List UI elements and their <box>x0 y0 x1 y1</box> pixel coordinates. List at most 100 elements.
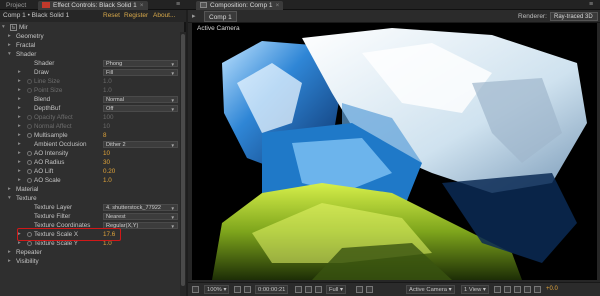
expand-arrow-icon[interactable]: ▸ <box>18 131 21 140</box>
expand-arrow-open-icon[interactable]: ▾ <box>2 23 5 32</box>
tab-composition[interactable]: Composition: Comp 1 × <box>196 1 284 10</box>
about-link[interactable]: About... <box>153 10 175 22</box>
reset-link[interactable]: Reset <box>103 10 120 22</box>
timeline-icon[interactable] <box>514 286 521 293</box>
effect-row[interactable]: ▸ AO Scale 1.0 <box>0 176 186 185</box>
expand-arrow-open-icon[interactable]: ▾ <box>8 194 11 203</box>
effect-dropdown[interactable]: Nearest ▼ <box>103 213 178 220</box>
effect-row[interactable]: ▸ Fractal <box>0 41 186 50</box>
effect-row[interactable]: ▸ Repeater <box>0 248 186 257</box>
reset-exposure-icon[interactable] <box>534 286 541 293</box>
effect-dropdown[interactable]: Normal ▼ <box>103 96 178 103</box>
effect-dropdown[interactable]: Dither 2 ▼ <box>103 141 178 148</box>
effect-row[interactable]: Texture Layer 4. shutterstock_77922 ▼ <box>0 203 186 212</box>
expand-arrow-icon[interactable]: ▸ <box>18 95 21 104</box>
expand-arrow-icon[interactable]: ▸ <box>18 68 21 77</box>
expand-arrow-icon[interactable]: ▸ <box>18 113 21 122</box>
effect-row[interactable]: ▸ Normal Affect 10 <box>0 122 186 131</box>
composition-viewer[interactable]: Active Camera <box>192 23 597 280</box>
comp-tab[interactable]: Comp 1 <box>204 11 237 22</box>
effect-value[interactable]: 8 <box>103 131 107 140</box>
exposure-value[interactable]: +0.0 <box>546 285 558 294</box>
expand-arrow-open-icon[interactable]: ▾ <box>8 50 11 59</box>
stopwatch-icon[interactable] <box>27 133 32 138</box>
snapshot-icon[interactable] <box>295 286 302 293</box>
expand-arrow-icon[interactable]: ▸ <box>18 158 21 167</box>
effect-row[interactable]: ▸ Opacity Affect 100 <box>0 113 186 122</box>
effect-row[interactable]: Texture Filter Nearest ▼ <box>0 212 186 221</box>
expand-arrow-icon[interactable]: ▸ <box>8 41 11 50</box>
effect-dropdown[interactable]: Fill ▼ <box>103 69 178 76</box>
flowchart-icon[interactable] <box>524 286 531 293</box>
panel-menu-icon[interactable]: ≡ <box>176 1 180 8</box>
stopwatch-icon[interactable] <box>27 124 32 129</box>
effect-row[interactable]: ▸ Geometry <box>0 32 186 41</box>
effect-value[interactable]: 10 <box>103 149 110 158</box>
effect-value[interactable]: 30 <box>103 158 110 167</box>
effect-value[interactable]: 1.0 <box>103 86 112 95</box>
effect-value[interactable]: 10 <box>103 122 110 131</box>
effect-row[interactable]: ▸ AO Intensity 10 <box>0 149 186 158</box>
effect-row[interactable]: ▾ Shader <box>0 50 186 59</box>
timecode-display[interactable]: 0:00:00:21 <box>255 285 289 294</box>
expand-arrow-icon[interactable]: ▸ <box>8 257 11 266</box>
tab-project[interactable]: Project <box>2 1 30 10</box>
expand-arrow-icon[interactable]: ▸ <box>8 185 11 194</box>
stopwatch-icon[interactable] <box>27 88 32 93</box>
renderer-button[interactable]: Ray-traced 3D <box>550 12 598 21</box>
effect-row[interactable]: ▸ DepthBuf Off ▼ <box>0 104 186 113</box>
expand-arrow-icon[interactable]: ▸ <box>18 77 21 86</box>
expand-arrow-icon[interactable]: ▸ <box>18 149 21 158</box>
show-snapshot-icon[interactable] <box>305 286 312 293</box>
effect-dropdown[interactable]: Off ▼ <box>103 105 178 112</box>
transparency-grid-icon[interactable] <box>366 286 373 293</box>
stopwatch-icon[interactable] <box>27 151 32 156</box>
channel-icon[interactable] <box>315 286 322 293</box>
fast-preview-icon[interactable] <box>504 286 511 293</box>
region-icon[interactable] <box>356 286 363 293</box>
view-dropdown[interactable]: Active Camera ▾ <box>406 285 455 294</box>
lock-icon[interactable]: ▸ <box>192 12 196 20</box>
zoom-dropdown[interactable]: 100% ▾ <box>204 285 230 294</box>
effect-row[interactable]: Shader Phong ▼ <box>0 59 186 68</box>
always-preview-icon[interactable] <box>192 286 199 293</box>
effect-row[interactable]: ▸ AO Radius 30 <box>0 158 186 167</box>
effect-row[interactable]: ▸ Blend Normal ▼ <box>0 95 186 104</box>
effect-value[interactable]: 0.20 <box>103 167 115 176</box>
effect-value[interactable]: 100 <box>103 113 114 122</box>
panel-menu-icon[interactable]: ≡ <box>589 1 593 8</box>
expand-arrow-icon[interactable]: ▸ <box>18 122 21 131</box>
effect-dropdown[interactable]: 4. shutterstock_77922 ▼ <box>103 204 178 211</box>
expand-arrow-icon[interactable]: ▸ <box>18 176 21 185</box>
stopwatch-icon[interactable] <box>27 115 32 120</box>
effect-row[interactable]: ▾ Texture <box>0 194 186 203</box>
register-link[interactable]: Register <box>124 10 148 22</box>
effect-row[interactable]: ▾ fx Mir <box>0 23 186 32</box>
effect-row[interactable]: ▸ Material <box>0 185 186 194</box>
stopwatch-icon[interactable] <box>27 241 32 246</box>
expand-arrow-icon[interactable]: ▸ <box>8 248 11 257</box>
expand-arrow-icon[interactable]: ▸ <box>18 86 21 95</box>
expand-arrow-icon[interactable]: ▸ <box>18 104 21 113</box>
grid-icon[interactable] <box>234 286 241 293</box>
mask-icon[interactable] <box>244 286 251 293</box>
expand-arrow-icon[interactable]: ▸ <box>18 140 21 149</box>
effect-value[interactable]: 1.0 <box>103 77 112 86</box>
effect-row[interactable]: ▸ AO Lift 0.20 <box>0 167 186 176</box>
effect-row[interactable]: ▸ Draw Fill ▼ <box>0 68 186 77</box>
close-icon[interactable]: × <box>140 2 144 9</box>
close-icon[interactable]: × <box>276 2 280 9</box>
toggle-pixel-icon[interactable] <box>494 286 501 293</box>
stopwatch-icon[interactable] <box>27 169 32 174</box>
effect-row[interactable]: ▸ Multisample 8 <box>0 131 186 140</box>
effect-row[interactable]: ▸ Ambient Occlusion Dither 2 ▼ <box>0 140 186 149</box>
effect-row[interactable]: ▸ Line Size 1.0 <box>0 77 186 86</box>
expand-arrow-icon[interactable]: ▸ <box>8 32 11 41</box>
scrollbar-thumb[interactable] <box>181 34 185 286</box>
stopwatch-icon[interactable] <box>27 178 32 183</box>
stopwatch-icon[interactable] <box>27 79 32 84</box>
tab-effect-controls[interactable]: Effect Controls: Black Solid 1 × <box>38 1 148 10</box>
effect-row[interactable]: ▸ Point Size 1.0 <box>0 86 186 95</box>
effect-row[interactable]: ▸ Visibility <box>0 257 186 266</box>
effect-value[interactable]: 1.0 <box>103 176 112 185</box>
